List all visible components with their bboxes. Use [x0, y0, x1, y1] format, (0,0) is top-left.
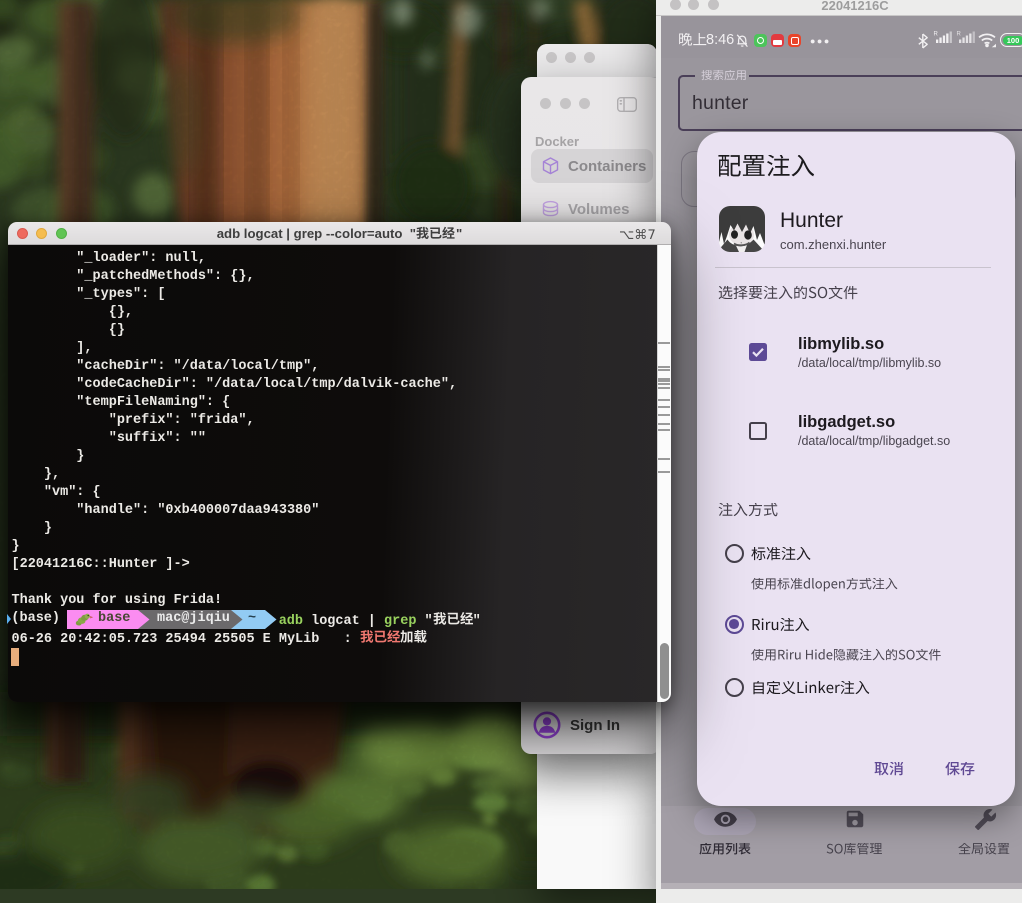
svg-text:R: R	[934, 32, 939, 38]
svg-text:R: R	[957, 32, 962, 38]
